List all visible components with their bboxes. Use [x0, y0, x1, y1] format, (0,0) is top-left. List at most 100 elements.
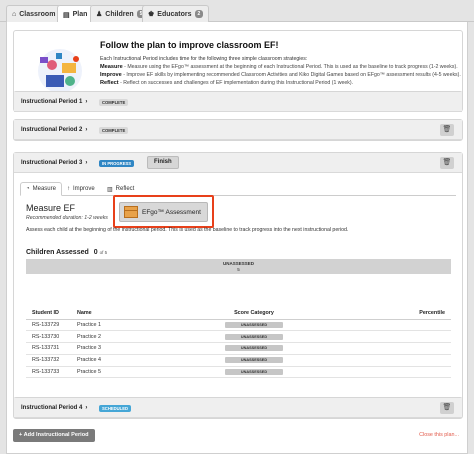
tab-improve[interactable]: ↑ Improve	[62, 182, 100, 196]
arrow-up-icon: ↑	[67, 186, 70, 192]
chart-icon: ▥	[107, 186, 113, 193]
measure-title: Measure EF	[26, 203, 76, 213]
percentile	[321, 319, 451, 332]
chevron-right-icon: ›	[85, 405, 88, 411]
home-icon: ⌂	[12, 10, 17, 18]
table-header-row: Student ID Name Score Category Percentil…	[26, 308, 451, 320]
table-row[interactable]: RS-133730 Practice 2 UNASSESSED	[26, 330, 451, 344]
strategy-term: Reflect	[100, 80, 119, 86]
tab-label: Educators	[157, 10, 192, 18]
period-title: Instructional Period 2 ›	[21, 127, 88, 133]
trash-icon[interactable]: 🗑	[440, 402, 454, 414]
clipboard-icon: ▤	[63, 11, 70, 19]
percentile	[321, 366, 451, 379]
trash-icon[interactable]: 🗑	[440, 157, 454, 169]
people-icon: ♚	[148, 11, 155, 18]
score-category-badge: UNASSESSED	[225, 321, 283, 328]
tab-plan[interactable]: ▤ Plan	[57, 5, 94, 23]
improve-strategy-line: Improve - Improve EF skills by implement…	[100, 72, 461, 78]
strategy-text: - Improve EF skills by implementing reco…	[121, 72, 461, 78]
children-table: Student ID Name Score Category Percentil…	[26, 308, 451, 379]
unassessed-bar: UNASSESSED 5	[26, 259, 451, 274]
bar-value: 5	[237, 267, 240, 272]
chevron-right-icon: ›	[85, 127, 88, 133]
student-name: Practice 2	[71, 330, 181, 344]
tab-measure[interactable]: ◔ Measure	[20, 182, 62, 196]
period-header[interactable]: Instructional Period 2 › COMPLETE 🗑	[14, 120, 462, 140]
finish-button[interactable]: Finish	[147, 156, 179, 169]
plan-panel: Follow the plan to improve classroom EF!…	[6, 22, 468, 454]
score-category-badge: UNASSESSED	[225, 333, 283, 340]
student-name: Practice 3	[71, 342, 181, 355]
strategy-term: Measure	[100, 64, 123, 70]
status-badge: SCHEDULED	[99, 405, 132, 412]
status-badge: COMPLETE	[99, 99, 129, 106]
table-row[interactable]: RS-133732 Practice 4 UNASSESSED	[26, 354, 451, 367]
add-instructional-period-button[interactable]: + Add Instructional Period	[13, 429, 95, 442]
period-title: Instructional Period 1 ›	[21, 99, 88, 105]
child-icon: ♟	[96, 11, 103, 18]
strategy-text: - Reflect on successes and challenges of…	[118, 80, 354, 86]
children-assessed-heading: Children Assessed 0 of 5	[26, 249, 107, 256]
score-category-badge: UNASSESSED	[225, 369, 283, 376]
period-2-panel: Instructional Period 2 › COMPLETE 🗑	[13, 119, 463, 141]
student-name: Practice 5	[71, 366, 181, 379]
measure-strategy-line: Measure - Measure using the EFgo™ assess…	[100, 64, 458, 70]
assessment-highlight: EFgo™ Assessment	[113, 195, 214, 228]
efgo-assessment-button[interactable]: EFgo™ Assessment	[119, 202, 208, 222]
intro-title: Follow the plan to improve classroom EF!	[100, 40, 279, 50]
heading-label: Children Assessed	[26, 249, 89, 256]
chevron-right-icon: ›	[85, 99, 88, 105]
status-badge: COMPLETE	[99, 127, 129, 134]
percentile	[321, 354, 451, 367]
tab-label: Reflect	[115, 186, 135, 192]
student-name: Practice 4	[71, 354, 181, 367]
assessed-count: 0	[93, 249, 98, 256]
assessed-total: of 5	[99, 250, 108, 255]
tab-label: Plan	[72, 11, 88, 18]
tab-reflect[interactable]: ▥ Reflect	[102, 182, 139, 196]
score-category-badge: UNASSESSED	[225, 357, 283, 364]
period-header[interactable]: Instructional Period 3 › IN PROGRESS Fini…	[14, 153, 462, 173]
close-plan-link[interactable]: Close this plan...	[419, 432, 459, 438]
tab-classroom[interactable]: ⌂ Classroom	[6, 5, 62, 22]
intro-lead: Each Instructional Period includes time …	[100, 56, 308, 62]
table-row[interactable]: RS-133729 Practice 1 UNASSESSED	[26, 319, 451, 332]
period-1-panel: Instructional Period 1 › COMPLETE	[13, 91, 463, 112]
status-badge: IN PROGRESS	[99, 160, 135, 167]
table-row[interactable]: RS-133733 Practice 5 UNASSESSED	[26, 366, 451, 379]
gauge-icon: ◔	[26, 186, 30, 192]
column-header: Student ID	[26, 308, 71, 320]
period-4-panel: Instructional Period 4 › SCHEDULED 🗑	[13, 397, 463, 419]
period-title: Instructional Period 3 ›	[21, 160, 88, 166]
student-name: Practice 1	[71, 319, 181, 332]
tab-educators[interactable]: ♚ Educators 2	[142, 5, 210, 22]
classroom-illustration	[38, 49, 82, 93]
student-id: RS-133730	[26, 330, 71, 344]
student-id: RS-133729	[26, 319, 71, 332]
percentile	[321, 342, 451, 355]
measure-description: Assess each child at the beginning of th…	[26, 227, 349, 233]
table-row[interactable]: RS-133731 Practice 3 UNASSESSED	[26, 342, 451, 355]
student-id: RS-133732	[26, 354, 71, 367]
recommended-duration: Recommended duration: 1-2 weeks	[26, 215, 108, 221]
column-header: Score Category	[181, 308, 321, 320]
period-header[interactable]: Instructional Period 1 › COMPLETE	[14, 92, 462, 112]
period-header[interactable]: Instructional Period 4 › SCHEDULED 🗑	[14, 398, 462, 418]
column-header: Name	[71, 308, 181, 320]
student-id: RS-133733	[26, 366, 71, 379]
column-header: Percentile	[321, 308, 451, 320]
student-id: RS-133731	[26, 342, 71, 355]
tab-count-badge: 2	[194, 10, 204, 18]
percentile	[321, 330, 451, 344]
tab-label: Improve	[73, 186, 95, 192]
strategy-text: - Measure using the EFgo™ assessment at …	[122, 64, 458, 70]
trash-icon[interactable]: 🗑	[440, 124, 454, 136]
strategy-term: Improve	[100, 72, 122, 78]
bar-label: UNASSESSED	[222, 261, 254, 266]
chevron-right-icon: ›	[85, 160, 88, 166]
tab-label: Measure	[32, 186, 56, 192]
score-category-badge: UNASSESSED	[225, 345, 283, 352]
tab-label: Children	[105, 10, 134, 18]
tab-label: Classroom	[19, 10, 56, 18]
